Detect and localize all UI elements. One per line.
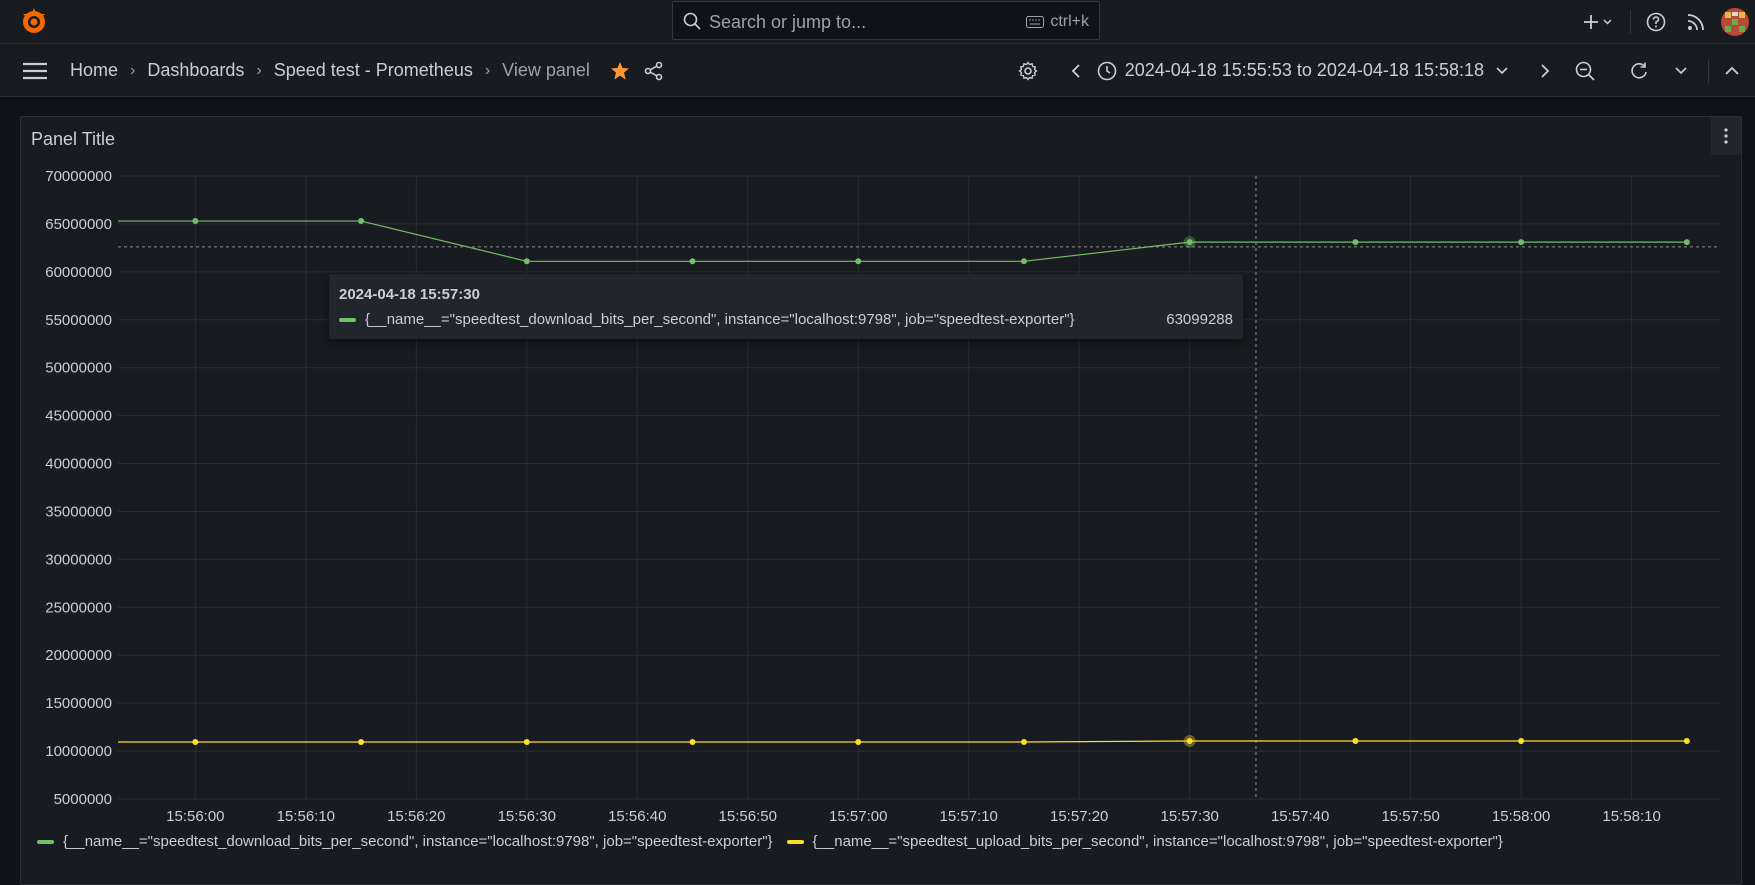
time-picker-button[interactable]: 2024-04-18 15:55:53 to 2024-04-18 15:58:…: [1097, 60, 1508, 81]
time-shift-forward-button[interactable]: [1530, 63, 1560, 78]
refresh-icon: [1631, 62, 1647, 79]
gear-icon: [1018, 60, 1038, 81]
rss-icon: [1687, 14, 1704, 31]
news-button[interactable]: [1671, 13, 1721, 31]
panel-menu-button[interactable]: [1711, 117, 1741, 155]
time-shift-back-button[interactable]: [1061, 63, 1091, 78]
clock-icon: [1097, 61, 1117, 80]
search-input[interactable]: Search or jump to... ctrl+k: [672, 1, 1100, 40]
panel-title[interactable]: Panel Title: [31, 129, 115, 150]
tooltip-series-name: {__name__="speedtest_download_bits_per_s…: [365, 311, 1075, 328]
search-placeholder: Search or jump to...: [709, 12, 867, 32]
search-icon: [683, 12, 701, 30]
chevron-down-icon: [1675, 66, 1687, 74]
series-color-swatch: [786, 839, 804, 844]
panel: Panel Title: [20, 116, 1742, 885]
hover-tooltip: 2024-04-18 15:57:30 {__name__="speedtest…: [329, 274, 1243, 339]
collapse-button[interactable]: [1717, 66, 1747, 76]
zoom-out-button[interactable]: [1570, 61, 1600, 81]
plus-icon: [1584, 15, 1612, 29]
user-avatar-icon: [1721, 8, 1749, 36]
series-color-swatch: [37, 839, 54, 844]
keyboard-icon: [1026, 16, 1045, 28]
chevron-right-icon: ›: [484, 61, 491, 79]
breadcrumb-dashboard[interactable]: Speed test - Prometheus: [274, 60, 473, 81]
avatar[interactable]: [1721, 8, 1749, 36]
keyboard-shortcut: ctrl+k: [1026, 13, 1089, 31]
chevron-up-icon: [1725, 66, 1739, 75]
top-bar: Search or jump to... ctrl+k: [0, 0, 1755, 44]
more-vertical-icon: [1724, 128, 1728, 144]
legend-item-download[interactable]: {__name__="speedtest_download_bits_per_s…: [37, 833, 773, 850]
time-range-label: 2024-04-18 15:55:53 to 2024-04-18 15:58:…: [1124, 60, 1484, 80]
breadcrumb-home[interactable]: Home: [70, 60, 118, 81]
menu-icon[interactable]: [22, 61, 48, 81]
tooltip-row: {__name__="speedtest_download_bits_per_s…: [339, 311, 1233, 328]
legend-label: {__name__="speedtest_upload_bits_per_sec…: [812, 833, 1503, 850]
divider: [1708, 58, 1709, 83]
divider: [1630, 10, 1631, 34]
zoom-out-icon: [1575, 61, 1595, 81]
legend-item-upload[interactable]: {__name__="speedtest_upload_bits_per_sec…: [786, 833, 1503, 850]
tooltip-value: 63099288: [1166, 311, 1233, 328]
nav-right-controls: 2024-04-18 15:55:53 to 2024-04-18 15:58:…: [1013, 44, 1755, 97]
chevron-right-icon: [1541, 63, 1550, 78]
chevron-down-icon: [1496, 66, 1508, 74]
legend-label: {__name__="speedtest_download_bits_per_s…: [63, 833, 773, 850]
breadcrumb-current: View panel: [502, 60, 590, 80]
series-color-swatch: [339, 317, 356, 322]
breadcrumb: Home › Dashboards › Speed test - Prometh…: [70, 44, 664, 97]
shortcut-label: ctrl+k: [1050, 13, 1089, 30]
top-right-actions: [1576, 0, 1755, 44]
new-button[interactable]: [1576, 14, 1620, 30]
chevron-right-icon: ›: [256, 61, 262, 79]
nav-bar: Home › Dashboards › Speed test - Prometh…: [0, 44, 1755, 97]
tooltip-time: 2024-04-18 15:57:30: [339, 286, 480, 303]
star-icon[interactable]: [610, 61, 630, 81]
share-icon[interactable]: [644, 61, 664, 81]
dashboard-settings-button[interactable]: [1013, 60, 1043, 81]
help-icon: [1646, 12, 1666, 32]
chevron-right-icon: ›: [130, 61, 136, 79]
help-button[interactable]: [1641, 12, 1671, 32]
breadcrumb-dashboards[interactable]: Dashboards: [147, 60, 244, 81]
chart-legend: {__name__="speedtest_download_bits_per_s…: [37, 833, 1517, 850]
grafana-logo-icon[interactable]: [19, 6, 49, 36]
chevron-left-icon: [1071, 63, 1080, 78]
refresh-interval-button[interactable]: [1666, 66, 1696, 75]
refresh-button[interactable]: [1624, 61, 1654, 81]
